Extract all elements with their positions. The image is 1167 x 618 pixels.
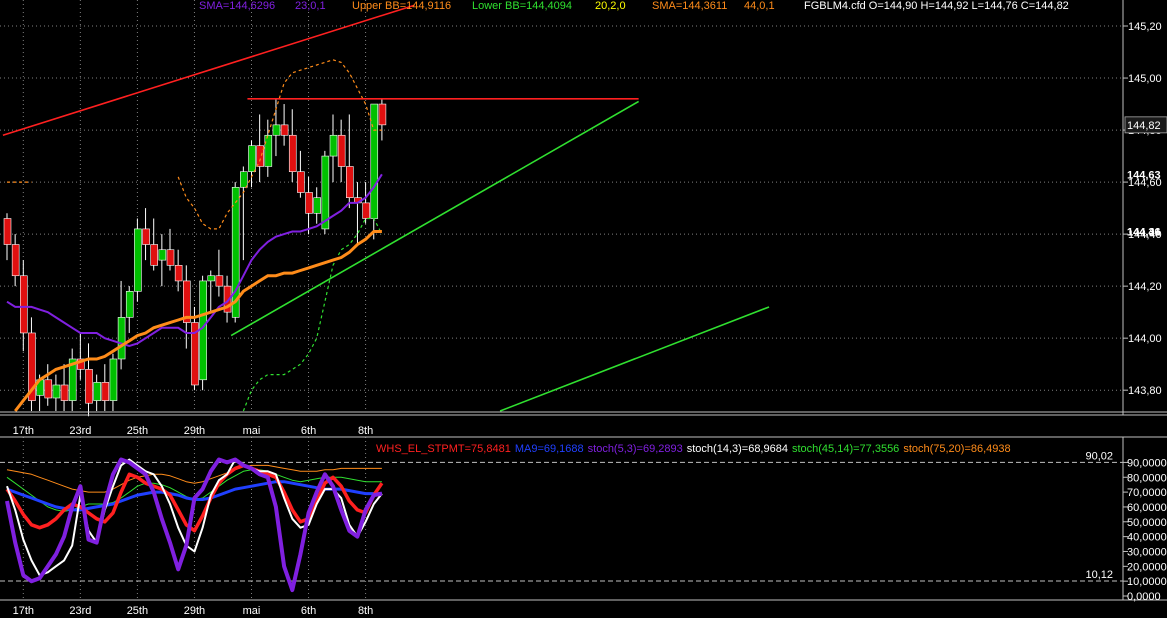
x-tick-label: 6th <box>301 425 316 437</box>
oscillator-grid <box>0 437 1123 600</box>
candle-down <box>142 228 150 245</box>
sma23-legend: SMA=144,6296 <box>199 0 275 12</box>
osc-tick-label: 80,0000 <box>1127 472 1167 484</box>
osc-x-tick-label: 29th <box>184 605 205 617</box>
price-tick-label: 144,00 <box>1128 333 1162 345</box>
oscillator-panel <box>5 457 384 593</box>
candle-down <box>305 192 313 214</box>
osc-legend-entry: MA9=69,1688 <box>515 443 584 455</box>
x-tick-label: 23rd <box>69 425 91 437</box>
osc-tick-label: 30,0000 <box>1127 546 1167 558</box>
candle-up <box>248 145 256 172</box>
osc-tick-label: 70,0000 <box>1127 487 1167 499</box>
candle-down <box>19 275 28 334</box>
candle-up <box>272 124 281 136</box>
price-badge: 144,63 <box>1127 169 1161 181</box>
red-trendline <box>2 4 415 137</box>
axis-labels: 17th 17th 23rd 23rd 25th 25th 29th 29th mai mai 6t… <box>0 0 1167 617</box>
sma44-legend: SMA=144,3611 <box>652 0 727 12</box>
osc-x-tick-label: mai <box>243 605 261 617</box>
candle-up <box>134 228 142 292</box>
osc-legend-entry: stoch(14,3)=68,9684 <box>687 443 788 455</box>
osc-tick-label: 60,0000 <box>1127 502 1167 514</box>
osc-x-tick-label: 17th <box>13 605 34 617</box>
candle-down <box>60 384 69 401</box>
osc-legend-entry: WHS_EL_STPMT=75,8481 <box>376 443 511 455</box>
x-tick-label: 25th <box>127 425 148 437</box>
candle-up <box>370 103 379 219</box>
candle-down <box>345 166 354 198</box>
sma23-params: 23,0,1 <box>295 0 326 12</box>
quote-readout: FGBLM4.cfd O=144,90 H=144,92 L=144,76 C=… <box>804 0 1069 12</box>
osc-legend-entry: stoch(45,14)=77,3556 <box>792 443 899 455</box>
candle-up <box>199 280 207 381</box>
candle-down <box>85 369 93 404</box>
osc-x-tick-label: 25th <box>127 605 148 617</box>
candle-down <box>174 265 183 282</box>
candle-down <box>288 134 297 172</box>
osc-legend-entry: stoch(75,20)=86,4938 <box>903 443 1010 455</box>
price-panel <box>2 4 770 417</box>
main-price-grid <box>0 0 1123 411</box>
x-tick-label: 17th <box>13 425 34 437</box>
last-price-badge: 144,82 <box>1127 120 1161 132</box>
green-trendline <box>499 306 770 412</box>
candle-down <box>215 275 224 287</box>
candle-down <box>166 249 175 266</box>
osc-series-line <box>5 457 383 593</box>
bb-params: 20,2,0 <box>595 0 626 12</box>
chart-canvas: 17th 17th 23rd 23rd 25th 25th 29th 29th mai mai 6t… <box>0 0 1167 617</box>
price-tick-label: 144,20 <box>1128 281 1162 293</box>
osc-x-tick-label: 6th <box>301 605 316 617</box>
header-legend: SMA=144,6296 23,0,1 Upper BB=144,9116 Lo… <box>199 0 1069 12</box>
candle-up <box>313 197 322 214</box>
candle-down <box>150 244 158 266</box>
candle-down <box>44 379 53 399</box>
candle-up <box>158 249 167 261</box>
candle-up <box>240 171 248 188</box>
x-tick-label: 29th <box>184 425 205 437</box>
osc-x-tick-label: 23rd <box>69 605 91 617</box>
candle-up <box>264 134 273 167</box>
osc-tick-label: 10,0000 <box>1127 576 1167 588</box>
candle-down <box>3 218 12 245</box>
candle-down <box>11 244 20 277</box>
candle-up <box>321 155 330 230</box>
price-tick-label: 143,80 <box>1128 385 1162 397</box>
candle-down <box>378 103 387 126</box>
candle-up <box>125 291 134 318</box>
price-tick-label: 145,00 <box>1128 73 1162 85</box>
candle-down <box>297 171 305 193</box>
candle-down <box>337 134 346 167</box>
osc-tick-label: 0,0000 <box>1127 591 1161 603</box>
candle-down <box>256 145 264 167</box>
candle-up <box>117 317 126 360</box>
osc-legend-entry: stoch(5,3)=69,2893 <box>588 443 683 455</box>
osc-tick-label: 20,0000 <box>1127 561 1167 573</box>
bollinger-lower-line <box>242 217 383 412</box>
sma44-params: 44,0,1 <box>744 0 775 12</box>
lower-bb-legend: Lower BB=144,4094 <box>472 0 572 12</box>
osc-tick-label: 40,0000 <box>1127 532 1167 544</box>
candle-up <box>52 384 61 399</box>
price-tick-label: 145,20 <box>1128 21 1162 33</box>
osc-tick-label: 50,0000 <box>1127 517 1167 529</box>
upper-bb-legend: Upper BB=144,9116 <box>352 0 451 12</box>
candle-down <box>280 124 289 136</box>
candle-up <box>329 134 338 157</box>
price-badge: 144,41 <box>1127 227 1161 239</box>
candle-down <box>362 202 370 219</box>
candle-down <box>101 382 110 401</box>
osc-level-label: 10,12 <box>1085 569 1113 581</box>
candle-up <box>93 382 101 401</box>
x-tick-label: 8th <box>358 425 373 437</box>
candle-up <box>207 275 216 282</box>
osc-tick-label: 90,0000 <box>1127 457 1167 469</box>
candle-up <box>109 358 118 401</box>
x-tick-label: mai <box>243 425 261 437</box>
osc-level-label: 90,02 <box>1085 450 1113 462</box>
osc-x-tick-label: 8th <box>358 605 373 617</box>
